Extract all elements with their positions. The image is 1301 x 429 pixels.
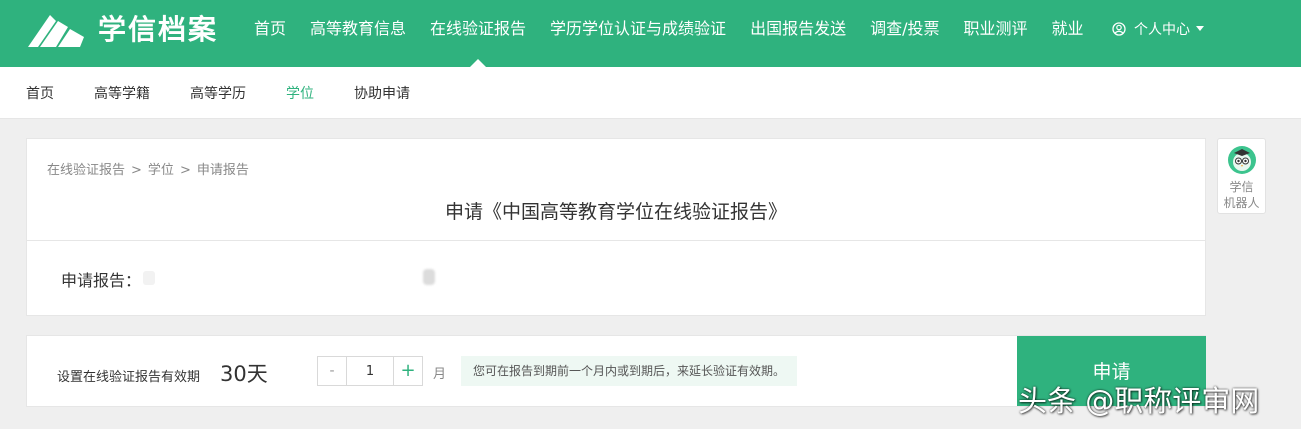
robot-label: 学信 机器人 [1218,179,1265,211]
nav-item-career-test[interactable]: 职业测评 [951,0,1039,57]
robot-owl-icon [1228,146,1256,174]
sub-nav: 首页 高等学籍 高等学历 学位 协助申请 [26,67,450,119]
redacted-value [143,271,155,285]
nav-item-overseas-report[interactable]: 出国报告发送 [738,0,858,57]
increment-button[interactable]: + [394,357,422,385]
decrement-button[interactable]: - [318,357,346,385]
apply-report-card: 在线验证报告 > 学位 > 申请报告 申请《中国高等教育学位在线验证报告》 申请报告： [26,138,1206,316]
divider [27,240,1205,241]
nav-item-higher-education-info[interactable]: 高等教育信息 [298,0,418,57]
subnav-item-assist-apply[interactable]: 协助申请 [354,83,410,103]
caret-down-icon [1196,26,1204,31]
robot-label-line1: 学信 [1229,180,1254,194]
month-unit-label: 月 [433,367,447,382]
breadcrumb-item[interactable]: 在线验证报告 [47,163,125,178]
subnav-item-degree[interactable]: 学位 [286,83,314,103]
breadcrumb-item[interactable]: 学位 [148,163,174,178]
validity-hint: 您可在报告到期前一个月内或到期后，来延长验证有效期。 [461,356,798,386]
user-center-label: 个人中心 [1134,21,1190,38]
validity-label: 设置在线验证报告有效期 [57,370,201,385]
main-nav: 首页 高等教育信息 在线验证报告 学历学位认证与成绩验证 出国报告发送 调查/投… [242,0,1096,67]
logo-text: 学信档案 [98,13,219,46]
month-input[interactable] [346,357,394,385]
robot-assistant[interactable]: 学信 机器人 [1217,138,1266,214]
robot-label-line2: 机器人 [1223,196,1260,210]
nav-item-degree-certification[interactable]: 学历学位认证与成绩验证 [538,0,738,57]
apply-report-label: 申请报告： [61,271,142,290]
redacted-value [423,269,435,285]
nav-item-home[interactable]: 首页 [242,0,298,57]
month-stepper: - + [317,356,423,386]
validity-days: 30天 [220,362,268,386]
nav-item-online-verification[interactable]: 在线验证报告 [418,0,538,67]
breadcrumb-separator: > [131,163,142,178]
user-center-menu[interactable]: 个人中心 [1112,0,1204,57]
nav-item-employment[interactable]: 就业 [1040,0,1096,57]
book-logo-icon [28,15,84,47]
nav-item-survey-vote[interactable]: 调查/投票 [858,0,951,57]
user-icon [1112,21,1126,36]
breadcrumb: 在线验证报告 > 学位 > 申请报告 [47,159,249,178]
subnav-item-academic-record[interactable]: 高等学历 [190,83,246,103]
top-navbar: 学信档案 首页 高等教育信息 在线验证报告 学历学位认证与成绩验证 出国报告发送… [0,0,1301,67]
breadcrumb-separator: > [179,163,191,178]
watermark-text: 头条 @职称评审网 [1018,384,1260,418]
subnav-item-student-status[interactable]: 高等学籍 [94,83,150,103]
sub-navbar: 首页 高等学籍 高等学历 学位 协助申请 [0,67,1301,119]
site-logo[interactable]: 学信档案 [26,10,218,50]
breadcrumb-item-current: 申请报告 [196,163,249,178]
page-title: 申请《中国高等教育学位在线验证报告》 [444,201,787,223]
subnav-item-home[interactable]: 首页 [26,83,54,103]
